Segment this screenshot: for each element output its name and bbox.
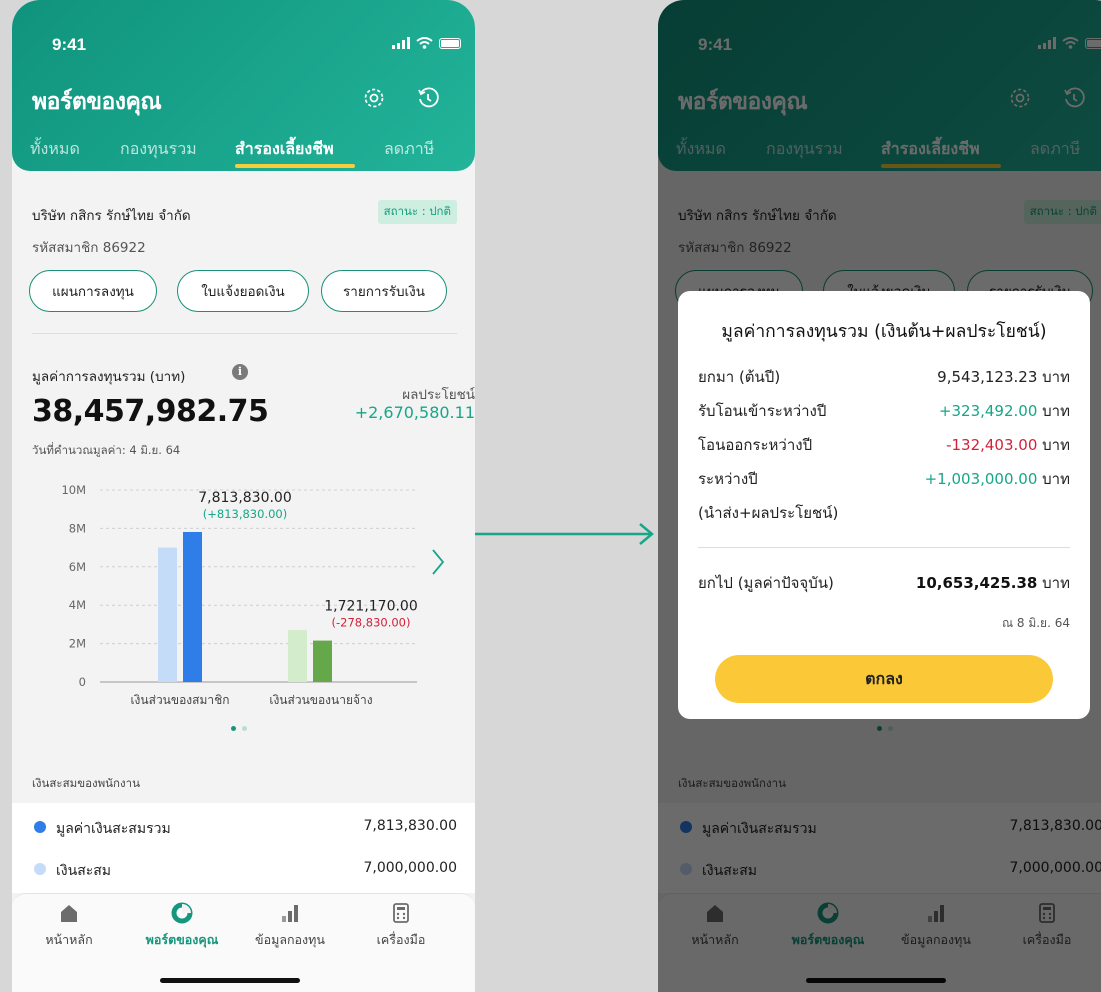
y-tick-label: 10M	[61, 483, 86, 497]
tab-all[interactable]: ทั้งหมด	[30, 137, 80, 162]
chevron-right-icon[interactable]	[430, 548, 446, 576]
signal-icon	[392, 37, 410, 49]
data-label-change: (+813,830.00)	[203, 507, 287, 521]
calculator-icon	[393, 903, 409, 923]
bar[interactable]	[313, 640, 332, 682]
bar[interactable]	[158, 547, 177, 682]
total-value: 38,457,982.75	[32, 394, 269, 429]
portfolio-screen-with-modal: 9:41 พอร์ตของคุณ ทั้งหมด กองทุนรวม สำรอง…	[658, 0, 1101, 992]
investment-detail-modal: มูลค่าการลงทุนรวม (เงินต้น+ผลประโยชน์) ย…	[678, 291, 1090, 719]
y-tick-label: 2M	[69, 637, 86, 651]
portfolio-screen: 9:41 พอร์ตของคุณ ทั้งหมด กองทุนรวม สำรอง…	[12, 0, 475, 992]
list-item[interactable]: มูลค่าเงินสะสมรวม 7,813,830.00	[12, 813, 475, 843]
profit-value: +2,670,580.11	[354, 403, 475, 422]
category-label: เงินส่วนของสมาชิก	[130, 693, 229, 707]
y-tick-label: 4M	[69, 598, 86, 612]
savings-list: มูลค่าเงินสะสมรวม 7,813,830.00 เงินสะสม …	[12, 803, 475, 893]
gear-icon[interactable]	[362, 86, 386, 110]
status-badge: สถานะ : ปกติ	[377, 200, 457, 224]
header: 9:41 พอร์ตของคุณ ทั้งหมด กองทุนรวม สำรอง…	[12, 0, 475, 171]
active-tab-indicator	[235, 164, 355, 168]
nav-home[interactable]: หน้าหลัก	[19, 902, 119, 950]
receipts-button[interactable]: รายการรับเงิน	[321, 270, 447, 312]
bar[interactable]	[183, 531, 202, 682]
carousel-dots	[231, 726, 247, 731]
bar[interactable]	[288, 630, 307, 682]
list-item[interactable]: เงินสะสม 7,000,000.00	[12, 855, 475, 885]
as-of-date: ณ 8 มิ.ย. 64	[1001, 616, 1070, 630]
data-label: 1,721,170.00	[324, 599, 418, 615]
nav-portfolio[interactable]: พอร์ตของคุณ	[132, 902, 232, 950]
savings-section-label: เงินสะสมของพนักงาน	[32, 776, 140, 790]
status-bar: 9:41	[12, 35, 475, 57]
data-label-change: (-278,830.00)	[332, 616, 411, 630]
profit-label: ผลประโยชน์	[402, 387, 475, 403]
divider	[32, 333, 457, 334]
tab-bar: ทั้งหมด กองทุนรวม สำรองเลี้ยงชีพ ลดภาษี	[12, 137, 475, 171]
battery-icon	[439, 37, 461, 49]
ok-button[interactable]: ตกลง	[715, 655, 1053, 703]
nav-fund-info[interactable]: ข้อมูลกองทุน	[240, 902, 340, 950]
divider	[698, 547, 1070, 548]
modal-title: มูลค่าการลงทุนรวม (เงินต้น+ผลประโยชน์)	[721, 322, 1047, 342]
statement-button[interactable]: ใบแจ้งยอดเงิน	[177, 270, 309, 312]
total-label: มูลค่าการลงทุนรวม (บาท)	[32, 369, 186, 385]
info-icon[interactable]: i	[232, 364, 248, 380]
investment-plan-button[interactable]: แผนการลงทุน	[29, 270, 157, 312]
y-tick-label: 8M	[69, 521, 86, 535]
pie-chart-icon	[171, 902, 193, 924]
home-icon	[61, 905, 77, 922]
category-label: เงินส่วนของนายจ้าง	[269, 693, 372, 707]
nav-tools[interactable]: เครื่องมือ	[351, 902, 451, 950]
y-tick-label: 0	[79, 675, 86, 689]
bar-chart-icon	[282, 905, 298, 922]
tab-tax-saving[interactable]: ลดภาษี	[384, 137, 434, 162]
page-title: พอร์ตของคุณ	[32, 89, 162, 115]
contribution-bar-chart: 10M 8M 6M 4M 2M 0 7,813,830.00(+813,830.00) 1,…	[61, 483, 418, 707]
clock-rotate-icon[interactable]	[416, 86, 440, 110]
member-id: รหัสสมาชิก 86922	[32, 240, 146, 256]
home-indicator	[160, 978, 300, 983]
company-name: บริษัท กสิกร รักษ์ไทย จำกัด	[32, 208, 191, 224]
y-tick-label: 6M	[69, 560, 86, 574]
tab-mutual-fund[interactable]: กองทุนรวม	[120, 137, 197, 162]
tab-provident-fund[interactable]: สำรองเลี้ยงชีพ	[235, 137, 334, 162]
wifi-icon	[416, 37, 433, 49]
data-label: 7,813,830.00	[198, 490, 292, 506]
status-time: 9:41	[52, 35, 87, 54]
